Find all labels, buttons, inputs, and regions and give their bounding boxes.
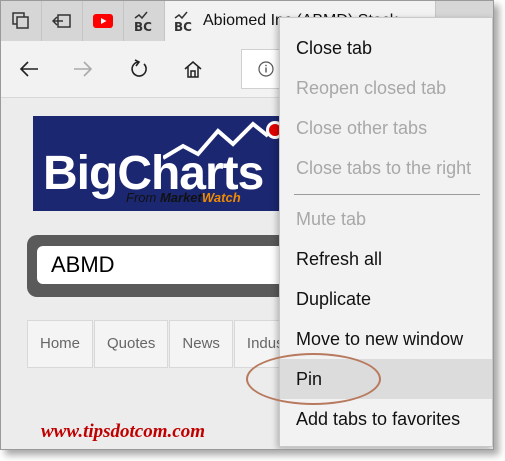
- logo-chart-line: [163, 121, 284, 160]
- youtube-icon: [93, 14, 113, 28]
- logo-subtitle: From MarketWatch: [126, 190, 241, 205]
- tab-overview-button[interactable]: [1, 1, 42, 41]
- bigcharts-favicon: BC: [134, 11, 152, 32]
- home-button[interactable]: [173, 49, 213, 89]
- logo-sub-from: From: [126, 190, 160, 205]
- menu-item-close-tabs-right[interactable]: Close tabs to the right: [280, 148, 492, 188]
- logo-sub-brand2: Watch: [201, 190, 241, 205]
- menu-item-add-tabs-to-favorites[interactable]: Add tabs to favorites: [280, 399, 492, 439]
- tab-bigcharts-pinned[interactable]: BC: [124, 1, 165, 41]
- menu-separator: [294, 194, 480, 195]
- set-tabs-aside-button[interactable]: [42, 1, 83, 41]
- home-icon: [184, 61, 202, 78]
- menu-item-close-other-tabs[interactable]: Close other tabs: [280, 108, 492, 148]
- svg-text:BC: BC: [134, 20, 152, 32]
- refresh-icon: [131, 59, 147, 77]
- tab-overview-icon: [12, 12, 29, 29]
- site-nav-news[interactable]: News: [169, 320, 233, 368]
- menu-item-duplicate[interactable]: Duplicate: [280, 279, 492, 319]
- menu-item-mute-tab[interactable]: Mute tab: [280, 199, 492, 239]
- bigcharts-favicon: BC: [174, 11, 192, 32]
- site-nav-quotes[interactable]: Quotes: [94, 320, 169, 368]
- tab-youtube[interactable]: [83, 1, 124, 41]
- pin-highlight-annotation: [246, 353, 381, 405]
- forward-arrow-icon: [74, 61, 93, 77]
- site-watermark: www.tipsdotcom.com: [41, 421, 205, 442]
- back-arrow-icon: [19, 61, 38, 77]
- refresh-button[interactable]: [119, 49, 159, 89]
- browser-window: BC BC Abiomed Inc (ABMD) Stock: [0, 0, 494, 450]
- svg-text:BC: BC: [174, 20, 192, 32]
- menu-item-refresh-all[interactable]: Refresh all: [280, 239, 492, 279]
- logo-sub-brand1: Market: [159, 190, 202, 205]
- site-nav: Home Quotes News Indus: [27, 320, 298, 370]
- forward-button[interactable]: [63, 49, 103, 89]
- site-nav-home[interactable]: Home: [27, 320, 94, 368]
- info-icon[interactable]: [258, 61, 274, 77]
- set-tabs-aside-icon: [52, 14, 71, 28]
- back-button[interactable]: [9, 49, 49, 89]
- menu-item-close-tab[interactable]: Close tab: [280, 28, 492, 68]
- menu-item-reopen-closed-tab[interactable]: Reopen closed tab: [280, 68, 492, 108]
